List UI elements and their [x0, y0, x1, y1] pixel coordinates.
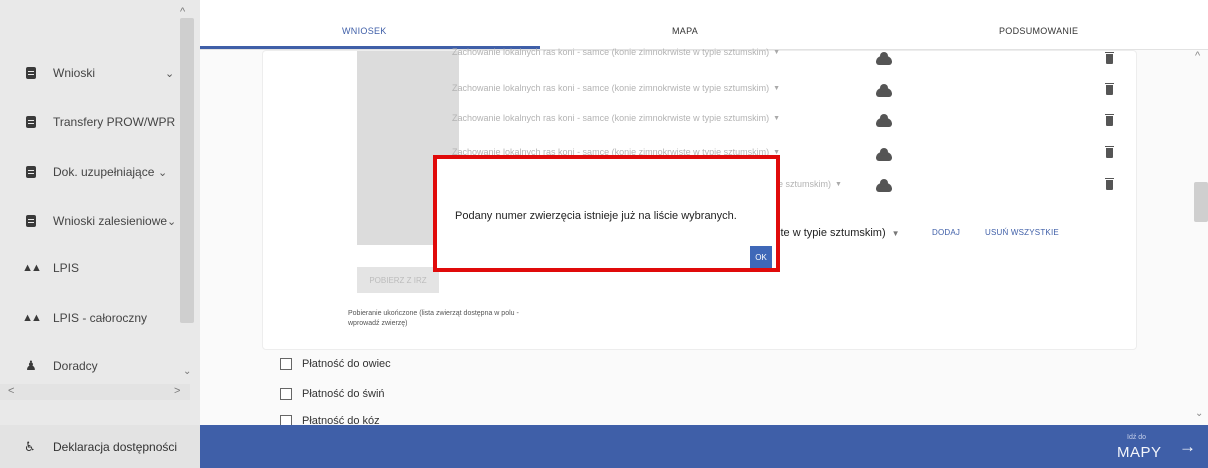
accessibility-declaration-link[interactable]: ♿ Deklaracja dostępności	[0, 425, 200, 468]
sidebar-scroll-up-icon[interactable]: ^	[180, 6, 185, 18]
caret-down-icon: ▼	[835, 180, 842, 188]
add-button[interactable]: DODAJ	[932, 228, 960, 237]
chevron-down-icon: ⌄	[158, 166, 168, 179]
accessibility-icon: ♿	[24, 438, 36, 454]
sidebar-item-label: LPIS	[53, 261, 80, 275]
tab-wniosek[interactable]: WNIOSEK	[342, 26, 387, 36]
checkbox-label: Płatność do owiec	[302, 358, 391, 370]
main-scroll-down-icon[interactable]: ⌄	[1195, 408, 1203, 419]
sidebar-item-label: Dok. uzupełniające	[53, 165, 155, 179]
checkbox-box[interactable]	[280, 358, 292, 370]
sidebar-item-label: LPIS - całoroczny	[53, 311, 148, 325]
scroll-right-icon[interactable]: >	[174, 385, 180, 397]
document-icon	[25, 66, 37, 80]
arrow-right-icon[interactable]: →	[1179, 437, 1196, 457]
caret-down-icon: ▼	[773, 48, 781, 56]
tab-bar: WNIOSEK MAPA PODSUMOWANIE	[200, 0, 1208, 50]
bottom-navigation-bar: Idź do MAPY →	[200, 425, 1208, 468]
trash-icon[interactable]	[1105, 114, 1114, 126]
breed-row-label: e sztumskim)	[778, 179, 832, 189]
document-icon	[25, 165, 37, 179]
sidebar: ^ Wnioski ⌄ Transfery PROW/WPR Dok. uzup…	[0, 0, 200, 468]
trash-icon[interactable]	[1105, 178, 1114, 190]
duplicate-animal-dialog: Podany numer zwierzęcia istnieje już na …	[433, 155, 780, 272]
breed-row[interactable]: e sztumskim) ▼	[778, 176, 842, 192]
checkbox-box[interactable]	[280, 415, 292, 425]
sidebar-item-dok-uzupelniajace[interactable]: Dok. uzupełniające ⌄	[0, 154, 178, 190]
download-from-irz-button[interactable]: POBIERZ Z IRZ	[357, 267, 439, 293]
sidebar-item-label: Transfery PROW/WPR	[53, 115, 176, 129]
breed-select[interactable]: ste w typie sztumskim) ▼	[775, 225, 900, 241]
tab-mapa[interactable]: MAPA	[672, 26, 698, 36]
checkbox-owce[interactable]: Płatność do owiec	[280, 355, 391, 373]
tab-podsumowanie[interactable]: PODSUMOWANIE	[999, 26, 1078, 36]
cloud-icon[interactable]	[876, 148, 892, 161]
breed-select-value: ste w typie sztumskim)	[775, 227, 886, 239]
main-scrollbar-thumb[interactable]	[1194, 182, 1208, 222]
sidebar-item-label: Wnioski zalesieniowe	[53, 214, 168, 228]
checkbox-kozy[interactable]: Płatność do kóz	[280, 415, 380, 425]
breed-row-label: Zachowanie lokalnych ras koni - samce (k…	[452, 47, 770, 57]
sidebar-item-wnioski[interactable]: Wnioski ⌄	[0, 55, 178, 91]
terrain-icon: ▲▲	[22, 262, 42, 274]
checkbox-swinie[interactable]: Płatność do świń	[280, 385, 385, 403]
breed-row[interactable]: Zachowanie lokalnych ras koni - samce (k…	[452, 110, 780, 126]
checkbox-label: Płatność do świń	[302, 388, 385, 400]
cloud-icon[interactable]	[876, 84, 892, 97]
download-status-text: Pobieranie ukończone (lista zwierząt dos…	[348, 310, 519, 327]
next-step-caption: Idź do	[1127, 434, 1147, 441]
sidebar-item-label: Wnioski	[53, 66, 96, 80]
breed-row[interactable]: Zachowanie lokalnych ras koni - samce (k…	[452, 44, 780, 60]
scroll-left-icon[interactable]: <	[8, 385, 14, 397]
breed-row-label: Zachowanie lokalnych ras koni - samce (k…	[452, 83, 770, 93]
trash-icon[interactable]	[1105, 83, 1114, 95]
breed-row[interactable]: Zachowanie lokalnych ras koni - samce (k…	[452, 80, 780, 96]
sidebar-item-transfery[interactable]: Transfery PROW/WPR	[0, 104, 178, 140]
sidebar-scrollbar-thumb[interactable]	[180, 18, 194, 323]
trash-icon[interactable]	[1105, 52, 1114, 64]
sidebar-item-lpis-caloroczny[interactable]: ▲▲ LPIS - całoroczny	[0, 300, 178, 336]
sidebar-item-wnioski-zalesieniowe[interactable]: Wnioski zalesieniowe ⌄	[0, 203, 178, 239]
dialog-message: Podany numer zwierzęcia istnieje już na …	[455, 210, 737, 222]
sidebar-horizontal-scrollbar[interactable]: < >	[0, 384, 190, 400]
main-scroll-up-icon[interactable]: ^	[1195, 50, 1200, 62]
sidebar-item-label: Doradcy	[53, 359, 98, 373]
accessibility-declaration-label: Deklaracja dostępności	[53, 439, 178, 454]
remove-all-button[interactable]: USUŃ WSZYSTKIE	[985, 228, 1059, 237]
sidebar-scroll-down-icon[interactable]: ⌄	[183, 366, 191, 377]
document-icon	[25, 115, 37, 129]
document-icon	[25, 214, 37, 228]
cloud-icon[interactable]	[876, 114, 892, 127]
sidebar-item-doradcy[interactable]: ♟ Doradcy	[0, 348, 178, 384]
terrain-icon: ▲▲	[22, 312, 42, 324]
chevron-down-icon: ⌄	[167, 215, 177, 228]
ok-button[interactable]: OK	[750, 246, 772, 268]
checkbox-box[interactable]	[280, 388, 292, 400]
go-to-map-button[interactable]: MAPY	[1117, 444, 1162, 461]
cloud-icon[interactable]	[876, 179, 892, 192]
person-icon: ♟	[25, 358, 37, 373]
caret-down-icon: ▼	[773, 84, 781, 92]
chevron-down-icon: ⌄	[165, 67, 175, 80]
trash-icon[interactable]	[1105, 146, 1114, 158]
sidebar-item-lpis[interactable]: ▲▲ LPIS	[0, 250, 178, 286]
caret-down-icon: ▼	[891, 228, 900, 238]
cloud-icon[interactable]	[876, 52, 892, 65]
checkbox-label: Płatność do kóz	[302, 415, 380, 425]
breed-row-label: Zachowanie lokalnych ras koni - samce (k…	[452, 113, 770, 123]
caret-down-icon: ▼	[773, 114, 781, 122]
